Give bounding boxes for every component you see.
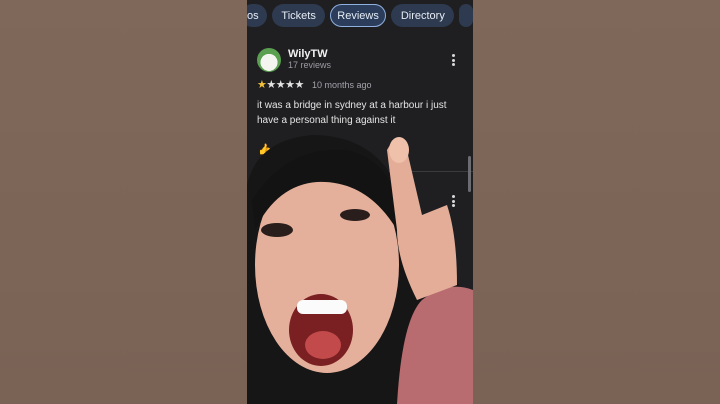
blurred-background-left — [0, 0, 247, 404]
phone-screen: os Tickets Reviews Directory WilyTW 17 r… — [247, 0, 473, 404]
person-overlay — [247, 135, 473, 404]
blurred-background-right — [473, 0, 720, 404]
